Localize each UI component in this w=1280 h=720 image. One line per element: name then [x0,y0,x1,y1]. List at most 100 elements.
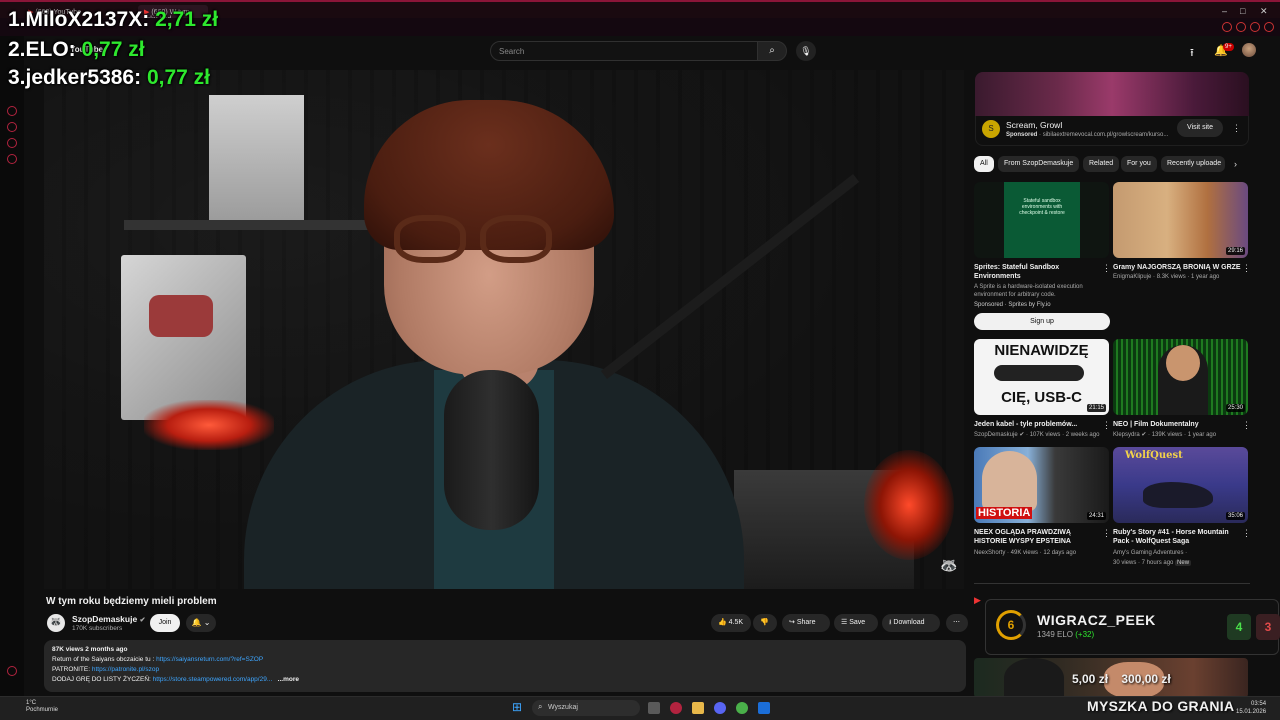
extension-icon[interactable] [1222,22,1232,32]
ad-more-icon[interactable]: ⋮ [1232,123,1241,134]
video-red-glow [864,450,954,560]
taskbar-search[interactable]: Wyszukaj [532,700,640,716]
chips-next-arrow-icon[interactable]: › [1234,159,1237,169]
rec-meta-gramy: EnigmaKlipuje · 8.3K views · 1 year ago [1113,274,1220,280]
rec-meta-neex: NeexShorty · 49K views · 12 days ago [974,550,1077,556]
webcam-donation-labels: 5,00 zł 300,00 zł [1072,672,1171,686]
minimize-icon[interactable]: – [1222,6,1227,16]
lock-icon[interactable] [1236,22,1246,32]
user-avatar[interactable] [1242,43,1256,57]
rank-player-name: WIGRACZ_PEEK [1037,612,1156,628]
chip-related[interactable]: Related [1083,156,1120,172]
channel-name[interactable]: SzopDemaskuje ✔ [72,614,145,624]
video-shelf-box [209,95,304,225]
rec-thumb-sprites[interactable]: Stateful sandbox environments with check… [974,182,1109,258]
voice-search-button[interactable]: 🎙 [796,41,816,61]
chip-from-channel[interactable]: From SzopDemaskuje [998,156,1080,172]
dislike-button[interactable]: 👎 [753,614,777,632]
rec-more-icon-neo[interactable]: ⋮ [1242,420,1251,431]
search-input[interactable]: Search [490,41,758,61]
rec-more-icon-sprites[interactable]: ⋮ [1102,263,1111,274]
sidebar-music-icon[interactable] [7,138,17,148]
rec-title-neo[interactable]: NEO | Film Dokumentalny [1113,420,1241,429]
rec-title-sprites[interactable]: Sprites: Stateful Sandbox Environments [974,263,1102,281]
rec-title-neex[interactable]: NEEX OGLĄDA PRAWDZIWĄ HISTORIE WYSPY EPS… [974,528,1102,546]
subscribe-bell-button[interactable]: 🔔 ⌄ [186,614,216,632]
usb-cable-icon [994,365,1084,381]
channel-watermark-icon[interactable]: 🦝 [940,557,957,574]
rec-meta-wolfquest: Amy's Gaming Adventures · [1113,550,1188,556]
sidebar-whatsapp-icon[interactable] [7,122,17,132]
save-icon: ☰ [841,619,848,626]
discord-icon[interactable] [714,702,726,714]
search-icon: ⌕ [769,45,775,56]
maximize-icon[interactable]: □ [1240,6,1245,16]
rec-thumb-wolfquest[interactable]: WolfQuest 35:06 [1113,447,1248,523]
video-glasses-left [394,215,466,263]
app-icon[interactable] [758,702,770,714]
rec-title-wolfquest[interactable]: Ruby's Story #41 - Horse Mountain Pack -… [1113,528,1241,546]
share-button[interactable]: ↪ Share [782,614,830,632]
share-icon: ↪ [789,619,795,626]
ad-title[interactable]: Scream, Growl [1006,120,1062,130]
more-actions-button[interactable]: ⋯ [946,614,968,632]
opera-browser-icon[interactable] [670,702,682,714]
file-explorer-icon[interactable] [692,702,704,714]
chip-for-you[interactable]: For you [1121,156,1157,172]
video-shelf [124,220,384,230]
close-icon[interactable]: ✕ [1260,6,1268,17]
join-button[interactable]: Join [150,614,180,632]
chip-all[interactable]: All [974,156,994,172]
ad-sponsor-line: Sponsored · sibilaextremevocal.com.pl/gr… [1006,132,1169,138]
download-manager-icon[interactable] [1250,22,1260,32]
rec-more-icon-neex[interactable]: ⋮ [1102,528,1111,539]
description-link-1[interactable]: https://saiyansreturn.com/?ref=SZOP [156,656,263,663]
verified-icon: ✔ [139,617,146,624]
description-link-2[interactable]: https://patronite.pl/szop [92,666,159,673]
description-link-3[interactable]: https://store.steampowered.com/app/29... [153,676,273,683]
rec-title-gramy[interactable]: Gramy NAJGORSZĄ BRONIĄ W GRZE [1113,263,1241,272]
description-more-link[interactable]: ...more [278,676,299,683]
thumbs-up-icon: 👍 [718,619,727,626]
description-line-1: Return of the Saiyans obczaicie tu : htt… [52,656,264,663]
chrome-icon[interactable] [736,702,748,714]
download-button[interactable]: ⭳ Download [882,614,940,632]
visit-site-button[interactable]: Visit site [1177,119,1223,137]
rec-thumb-neex[interactable]: HISTORIA 24:31 [974,447,1109,523]
browser-sidebar [0,36,24,696]
rec-more-icon-usbc[interactable]: ⋮ [1102,420,1111,431]
divider [974,583,1250,584]
thumbs-down-icon: 👎 [760,619,769,626]
rec-meta2-wolfquest: 30 views · 7 hours ago New [1113,560,1192,566]
rec-meta-neo: Klepsydra ✔ · 139K views · 1 year ago [1113,432,1217,438]
shorts-icon: ▶ [974,595,981,605]
weather-widget[interactable]: 1°C Pochmurnie [26,700,58,714]
sidebar-messenger-icon[interactable] [7,106,17,116]
leaderboard-entry-2: 2.ELO: 0,77 zł [8,38,145,61]
description-line-2: PATRONITE: https://patronite.pl/szop [52,666,160,673]
wins-count: 4 [1227,614,1251,640]
sign-up-button[interactable]: Sign up [974,313,1110,330]
screen: ▶ (660) YouTube ▶ (660) W tym roku będ –… [0,0,1280,720]
rec-thumb-gramy[interactable]: 29:16 [1113,182,1248,258]
upload-icon[interactable]: ⭱ [1190,44,1194,63]
save-button[interactable]: ☰ Save [834,614,878,632]
description-box[interactable]: 87K views 2 months ago Return of the Sai… [44,640,966,692]
like-button[interactable]: 👍 4.5K [711,614,751,632]
rec-title-usbc[interactable]: Jeden kabel - tyle problemów... [974,420,1102,429]
taskbar-clock[interactable]: 03:54 15.01.2026 [1236,700,1266,716]
video-player[interactable]: 🦝 [44,70,966,589]
rec-more-icon-wolfquest[interactable]: ⋮ [1242,528,1251,539]
channel-avatar[interactable]: 🦝 [47,614,65,632]
rec-thumb-usbc[interactable]: NIENAWIDZĘ CIĘ, USB-C 21:15 [974,339,1109,415]
search-button[interactable]: ⌕ [757,41,787,61]
ad-banner-image[interactable] [975,72,1249,116]
sidebar-settings-icon[interactable] [7,666,17,676]
menu-icon[interactable] [1264,22,1274,32]
rec-thumb-neo[interactable]: 25:30 [1113,339,1248,415]
windows-start-icon[interactable]: ⊞ [512,700,522,714]
sidebar-history-icon[interactable] [7,154,17,164]
bell-icon: 🔔 [191,618,202,627]
task-view-icon[interactable] [648,702,660,714]
chip-recently-uploaded[interactable]: Recently uploade [1161,156,1225,172]
